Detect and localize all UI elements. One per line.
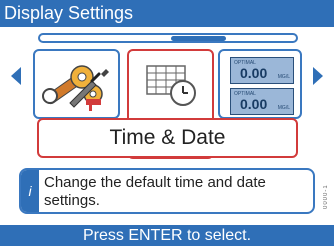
info-icon: i — [21, 170, 39, 212]
tools-icon — [42, 65, 109, 111]
reading-panel-2-unit: MG/L — [277, 105, 290, 111]
info-text: Change the default time and date setting… — [44, 174, 266, 209]
display-tile[interactable]: OPTIMAL 0.00 MG/L OPTIMAL 0.00 MG/L — [218, 49, 302, 119]
tools-tile[interactable] — [33, 49, 120, 119]
scrollbar-thumb[interactable] — [171, 36, 226, 41]
selected-item-label: Time & Date — [37, 118, 298, 158]
title-bar: Display Settings — [0, 0, 334, 27]
reading-panel-2-value: 0.00 — [240, 96, 268, 112]
right-arrow-icon[interactable] — [313, 67, 323, 85]
footer-prompt: Press ENTER to select. — [0, 225, 334, 246]
reading-panel-1-unit: MG/L — [277, 74, 290, 80]
reading-panel-1: OPTIMAL 0.00 MG/L — [230, 57, 294, 84]
info-box: i Change the default time and date setti… — [19, 168, 315, 214]
carousel-scrollbar[interactable] — [38, 33, 298, 43]
reading-panel-1-value: 0.00 — [240, 65, 268, 81]
left-arrow-icon[interactable] — [11, 67, 21, 85]
calendar-clock-icon — [146, 65, 196, 106]
reading-panel-2: OPTIMAL 0.00 MG/L — [230, 88, 294, 115]
side-code: 0000-1 — [323, 184, 329, 210]
settings-screen: Display Settings OPTIMAL 0.00 MG/L OPTIM… — [0, 0, 334, 246]
